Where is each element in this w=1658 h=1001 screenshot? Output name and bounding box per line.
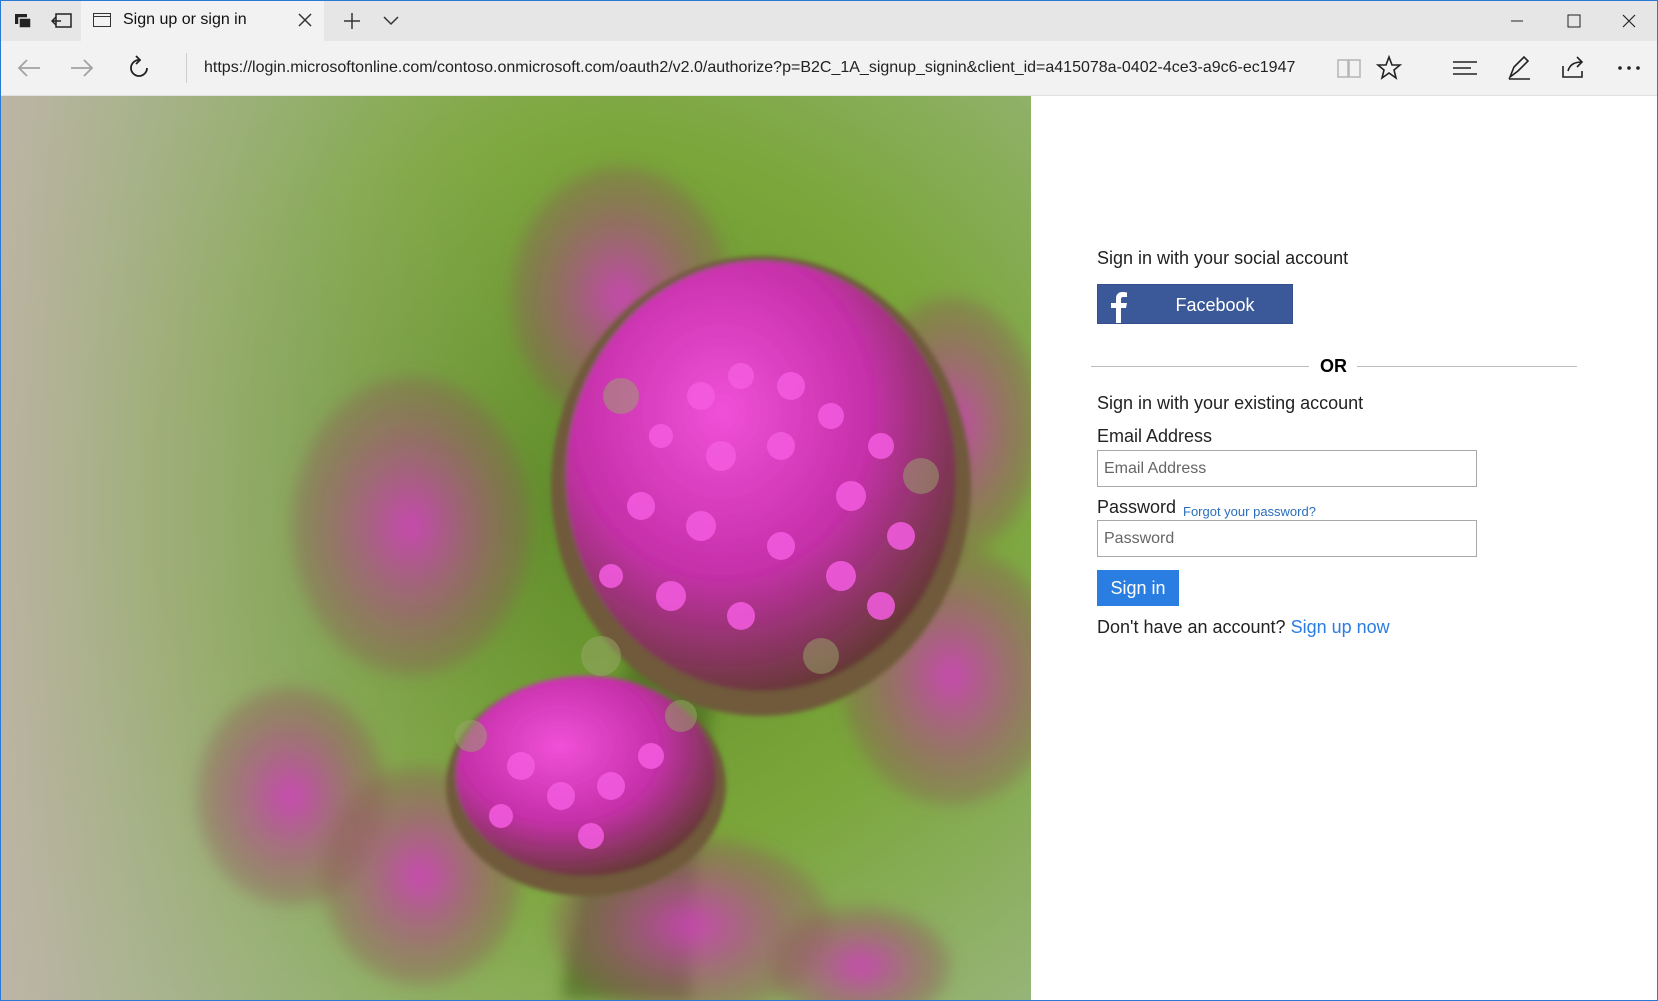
facebook-button[interactable]: Facebook <box>1097 284 1293 324</box>
flower-photo <box>1 96 1031 1000</box>
sign-in-button[interactable]: Sign in <box>1097 570 1179 606</box>
share-button[interactable] <box>1556 51 1590 85</box>
facebook-label: Facebook <box>1175 295 1255 315</box>
page-content: Sign in with your social account Faceboo… <box>1 96 1657 1000</box>
back-button[interactable] <box>12 51 46 85</box>
navigation-toolbar: https://login.microsoftonline.com/contos… <box>1 41 1657 96</box>
no-account-text: Don't have an account? <box>1097 617 1286 637</box>
share-icon <box>1562 56 1584 78</box>
browser-window: Sign up or sign in https://login.microso… <box>0 0 1658 1001</box>
maximize-icon <box>1567 14 1580 28</box>
plus-icon[interactable] <box>338 7 366 35</box>
minimize-icon <box>1510 20 1523 22</box>
existing-account-heading: Sign in with your existing account <box>1097 393 1364 413</box>
divider-right <box>1357 366 1577 367</box>
refresh-button[interactable] <box>122 51 156 85</box>
maximize-button[interactable] <box>1545 1 1602 41</box>
forgot-password-link[interactable]: Forgot your password? <box>1183 504 1316 519</box>
page-icon <box>93 13 111 27</box>
back-arrow-icon <box>17 59 40 77</box>
reading-view-button[interactable] <box>1332 51 1366 85</box>
tab-actions-icon[interactable] <box>9 7 37 35</box>
hub-icon <box>1453 61 1477 75</box>
address-separator <box>186 53 187 83</box>
password-label: Password <box>1097 497 1177 517</box>
facebook-icon <box>1098 285 1138 323</box>
more-icon <box>1618 66 1640 70</box>
tab-bar: Sign up or sign in <box>1 1 1657 41</box>
close-icon <box>1622 14 1635 28</box>
favorite-button[interactable] <box>1372 51 1406 85</box>
pen-icon <box>1508 55 1530 80</box>
password-field[interactable] <box>1097 520 1477 557</box>
address-bar[interactable]: https://login.microsoftonline.com/contos… <box>204 59 1295 77</box>
forward-arrow-icon <box>71 59 94 77</box>
more-button[interactable] <box>1612 51 1646 85</box>
refresh-icon <box>130 55 148 77</box>
tab-active[interactable]: Sign up or sign in <box>81 1 324 41</box>
tab-title: Sign up or sign in <box>123 11 247 28</box>
signup-prompt: Don't have an account? Sign up now <box>1097 617 1390 638</box>
chevron-down-icon[interactable] <box>377 7 405 35</box>
hero-image <box>1 96 1031 1000</box>
hub-button[interactable] <box>1448 51 1482 85</box>
signin-panel: Sign in with your social account Faceboo… <box>1031 96 1657 1000</box>
email-label: Email Address <box>1097 426 1213 446</box>
sign-up-link[interactable]: Sign up now <box>1291 617 1390 637</box>
set-aside-tabs-icon[interactable] <box>48 7 76 35</box>
minimize-button[interactable] <box>1488 1 1545 41</box>
social-heading: Sign in with your social account <box>1097 248 1349 268</box>
close-icon[interactable] <box>294 9 316 31</box>
or-divider-label: OR <box>1320 356 1347 376</box>
web-note-button[interactable] <box>1502 51 1536 85</box>
divider-left <box>1091 366 1309 367</box>
close-window-button[interactable] <box>1600 1 1657 41</box>
book-icon <box>1337 59 1361 78</box>
forward-button[interactable] <box>65 51 99 85</box>
star-icon <box>1376 55 1402 80</box>
email-field[interactable] <box>1097 450 1477 487</box>
